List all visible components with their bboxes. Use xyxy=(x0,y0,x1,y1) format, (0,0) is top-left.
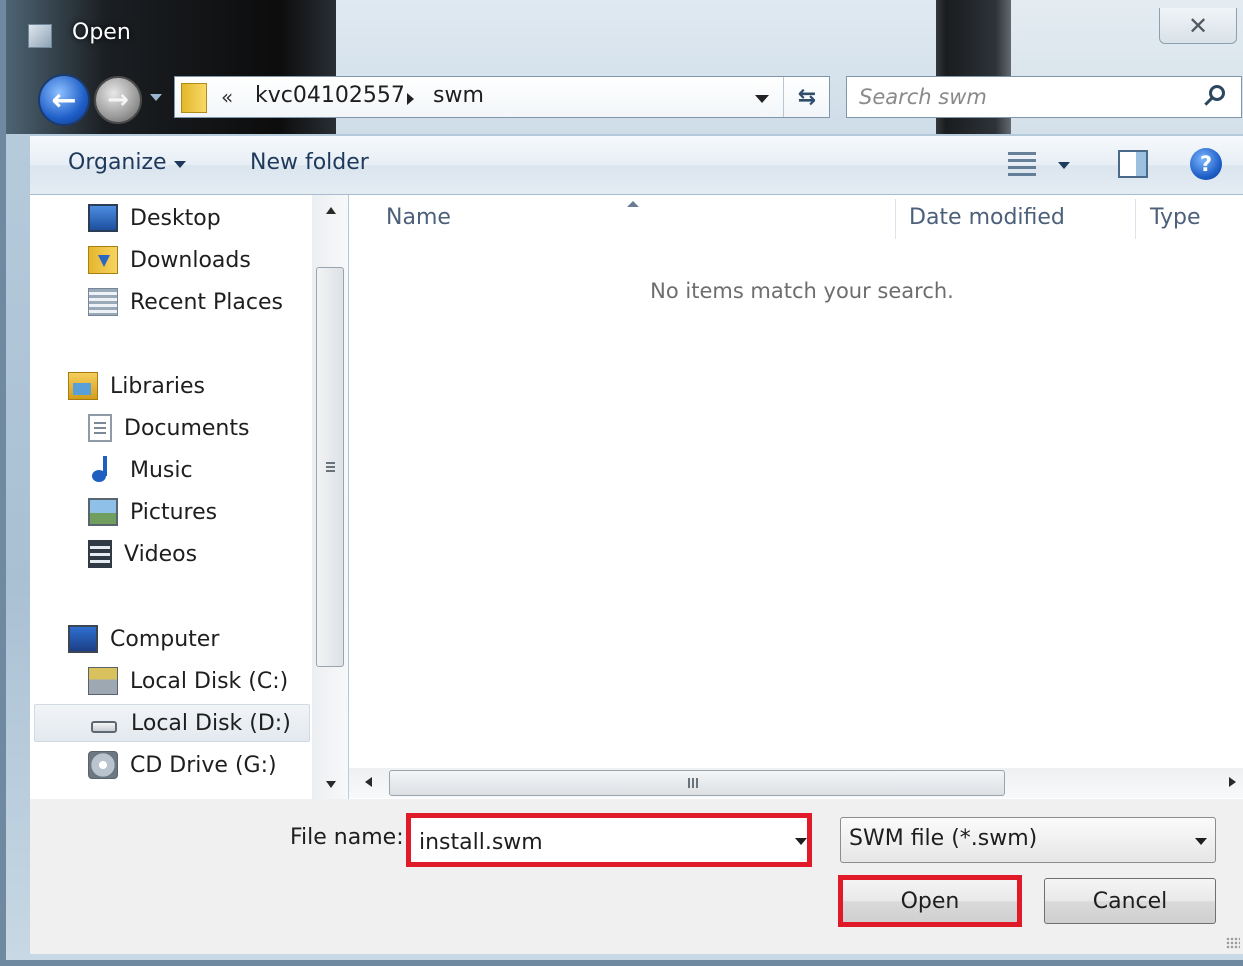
file-name-label: File name: xyxy=(290,825,404,850)
change-view-icon[interactable] xyxy=(1008,152,1036,176)
overflow-chevron[interactable]: « xyxy=(221,85,233,109)
desktop-icon xyxy=(88,204,118,232)
downloads-icon xyxy=(88,246,118,274)
nav-item-local-disk-c[interactable]: Local Disk (C:) xyxy=(88,662,288,700)
back-arrow-icon: ← xyxy=(51,82,77,118)
forward-arrow-icon: → xyxy=(107,85,129,115)
sort-ascending-icon xyxy=(627,201,639,207)
file-type-dropdown-icon[interactable] xyxy=(1195,838,1207,845)
nav-pane-scrollbar[interactable] xyxy=(312,195,348,799)
search-input[interactable] xyxy=(859,83,1189,111)
window-title: Open xyxy=(72,20,131,45)
nav-item-videos[interactable]: Videos xyxy=(88,535,197,573)
file-list[interactable]: Name Date modified Type No items match y… xyxy=(349,195,1243,799)
scroll-down-arrow-icon[interactable] xyxy=(326,781,336,788)
file-type-select[interactable]: SWM file (*.swm) xyxy=(840,817,1216,863)
back-button[interactable]: ← xyxy=(38,74,90,126)
column-header-type[interactable]: Type xyxy=(1150,205,1201,230)
libraries-icon xyxy=(68,372,98,400)
scroll-right-arrow-icon[interactable] xyxy=(1229,777,1236,787)
nav-item-local-disk-d[interactable]: Local Disk (D:) xyxy=(34,704,310,742)
file-name-combobox[interactable] xyxy=(406,813,812,867)
documents-icon xyxy=(88,414,112,442)
dialog-footer: File name: SWM file (*.swm) Open Cancel xyxy=(30,799,1243,954)
refresh-icon: ⇆ xyxy=(797,84,817,110)
nav-item-music[interactable]: Music xyxy=(88,451,193,489)
recent-pages-dropdown-icon[interactable] xyxy=(150,94,162,101)
scroll-thumb[interactable] xyxy=(316,267,344,667)
column-header-date-modified[interactable]: Date modified xyxy=(909,205,1065,230)
open-dialog: Open ✕ ← → « kvc04102557 swm ⇆ Organize … xyxy=(0,0,1243,966)
file-list-horizontal-scrollbar[interactable] xyxy=(349,768,1243,798)
window-icon xyxy=(28,24,52,48)
resize-grip-icon[interactable] xyxy=(1226,937,1240,949)
title-bar: Open ✕ ← → « kvc04102557 swm ⇆ xyxy=(6,0,1243,134)
scroll-up-arrow-icon[interactable] xyxy=(326,207,336,214)
address-dropdown-icon[interactable] xyxy=(755,95,769,103)
column-header-name[interactable]: Name xyxy=(386,205,451,230)
folder-icon xyxy=(181,83,207,113)
breadcrumb-arrow-icon[interactable] xyxy=(407,93,414,105)
local-disk-c-icon xyxy=(88,667,118,695)
scroll-left-arrow-icon[interactable] xyxy=(365,777,372,787)
nav-item-pictures[interactable]: Pictures xyxy=(88,493,217,531)
new-folder-button[interactable]: New folder xyxy=(250,150,369,175)
file-name-input[interactable] xyxy=(419,828,769,856)
nav-item-downloads[interactable]: Downloads xyxy=(88,241,251,279)
organize-button[interactable]: Organize xyxy=(68,150,167,175)
navigation-pane: Desktop Downloads Recent Places Librarie… xyxy=(30,195,312,799)
cd-drive-icon xyxy=(88,751,118,779)
open-button-highlight xyxy=(838,875,1022,927)
scroll-thumb[interactable] xyxy=(389,770,1005,796)
view-options-dropdown-icon[interactable] xyxy=(1058,162,1070,169)
forward-button[interactable]: → xyxy=(94,76,142,124)
nav-item-desktop[interactable]: Desktop xyxy=(88,199,221,237)
help-icon[interactable]: ? xyxy=(1190,148,1222,180)
search-box[interactable] xyxy=(846,76,1242,118)
recent-places-icon xyxy=(88,288,118,316)
music-icon xyxy=(88,456,118,484)
nav-item-libraries[interactable]: Libraries xyxy=(68,367,205,405)
computer-icon xyxy=(68,625,98,653)
preview-pane-icon[interactable] xyxy=(1118,150,1148,178)
file-type-value: SWM file (*.swm) xyxy=(849,826,1038,851)
organize-dropdown-icon[interactable] xyxy=(174,161,186,168)
empty-folder-message: No items match your search. xyxy=(650,279,954,303)
command-bar: Organize New folder ? xyxy=(30,136,1243,195)
close-button[interactable]: ✕ xyxy=(1159,8,1237,44)
breadcrumb-segment[interactable]: kvc04102557 xyxy=(255,83,405,108)
local-disk-d-icon xyxy=(89,709,119,737)
grip-icon xyxy=(688,778,700,788)
nav-item-cd-drive[interactable]: CD Drive (G:) xyxy=(88,746,277,784)
grip-icon xyxy=(326,462,335,473)
nav-item-recent-places[interactable]: Recent Places xyxy=(88,283,283,321)
nav-item-documents[interactable]: Documents xyxy=(88,409,249,447)
pictures-icon xyxy=(88,498,118,526)
close-icon: ✕ xyxy=(1187,11,1209,40)
breadcrumb-segment[interactable]: swm xyxy=(433,83,484,108)
nav-item-computer[interactable]: Computer xyxy=(68,620,219,658)
videos-icon xyxy=(88,540,112,568)
address-bar[interactable]: « kvc04102557 swm ⇆ xyxy=(174,76,830,118)
refresh-button[interactable]: ⇆ xyxy=(783,77,830,117)
cancel-button[interactable]: Cancel xyxy=(1044,878,1216,924)
search-icon[interactable] xyxy=(1209,85,1225,101)
file-name-dropdown-icon[interactable] xyxy=(795,838,807,845)
